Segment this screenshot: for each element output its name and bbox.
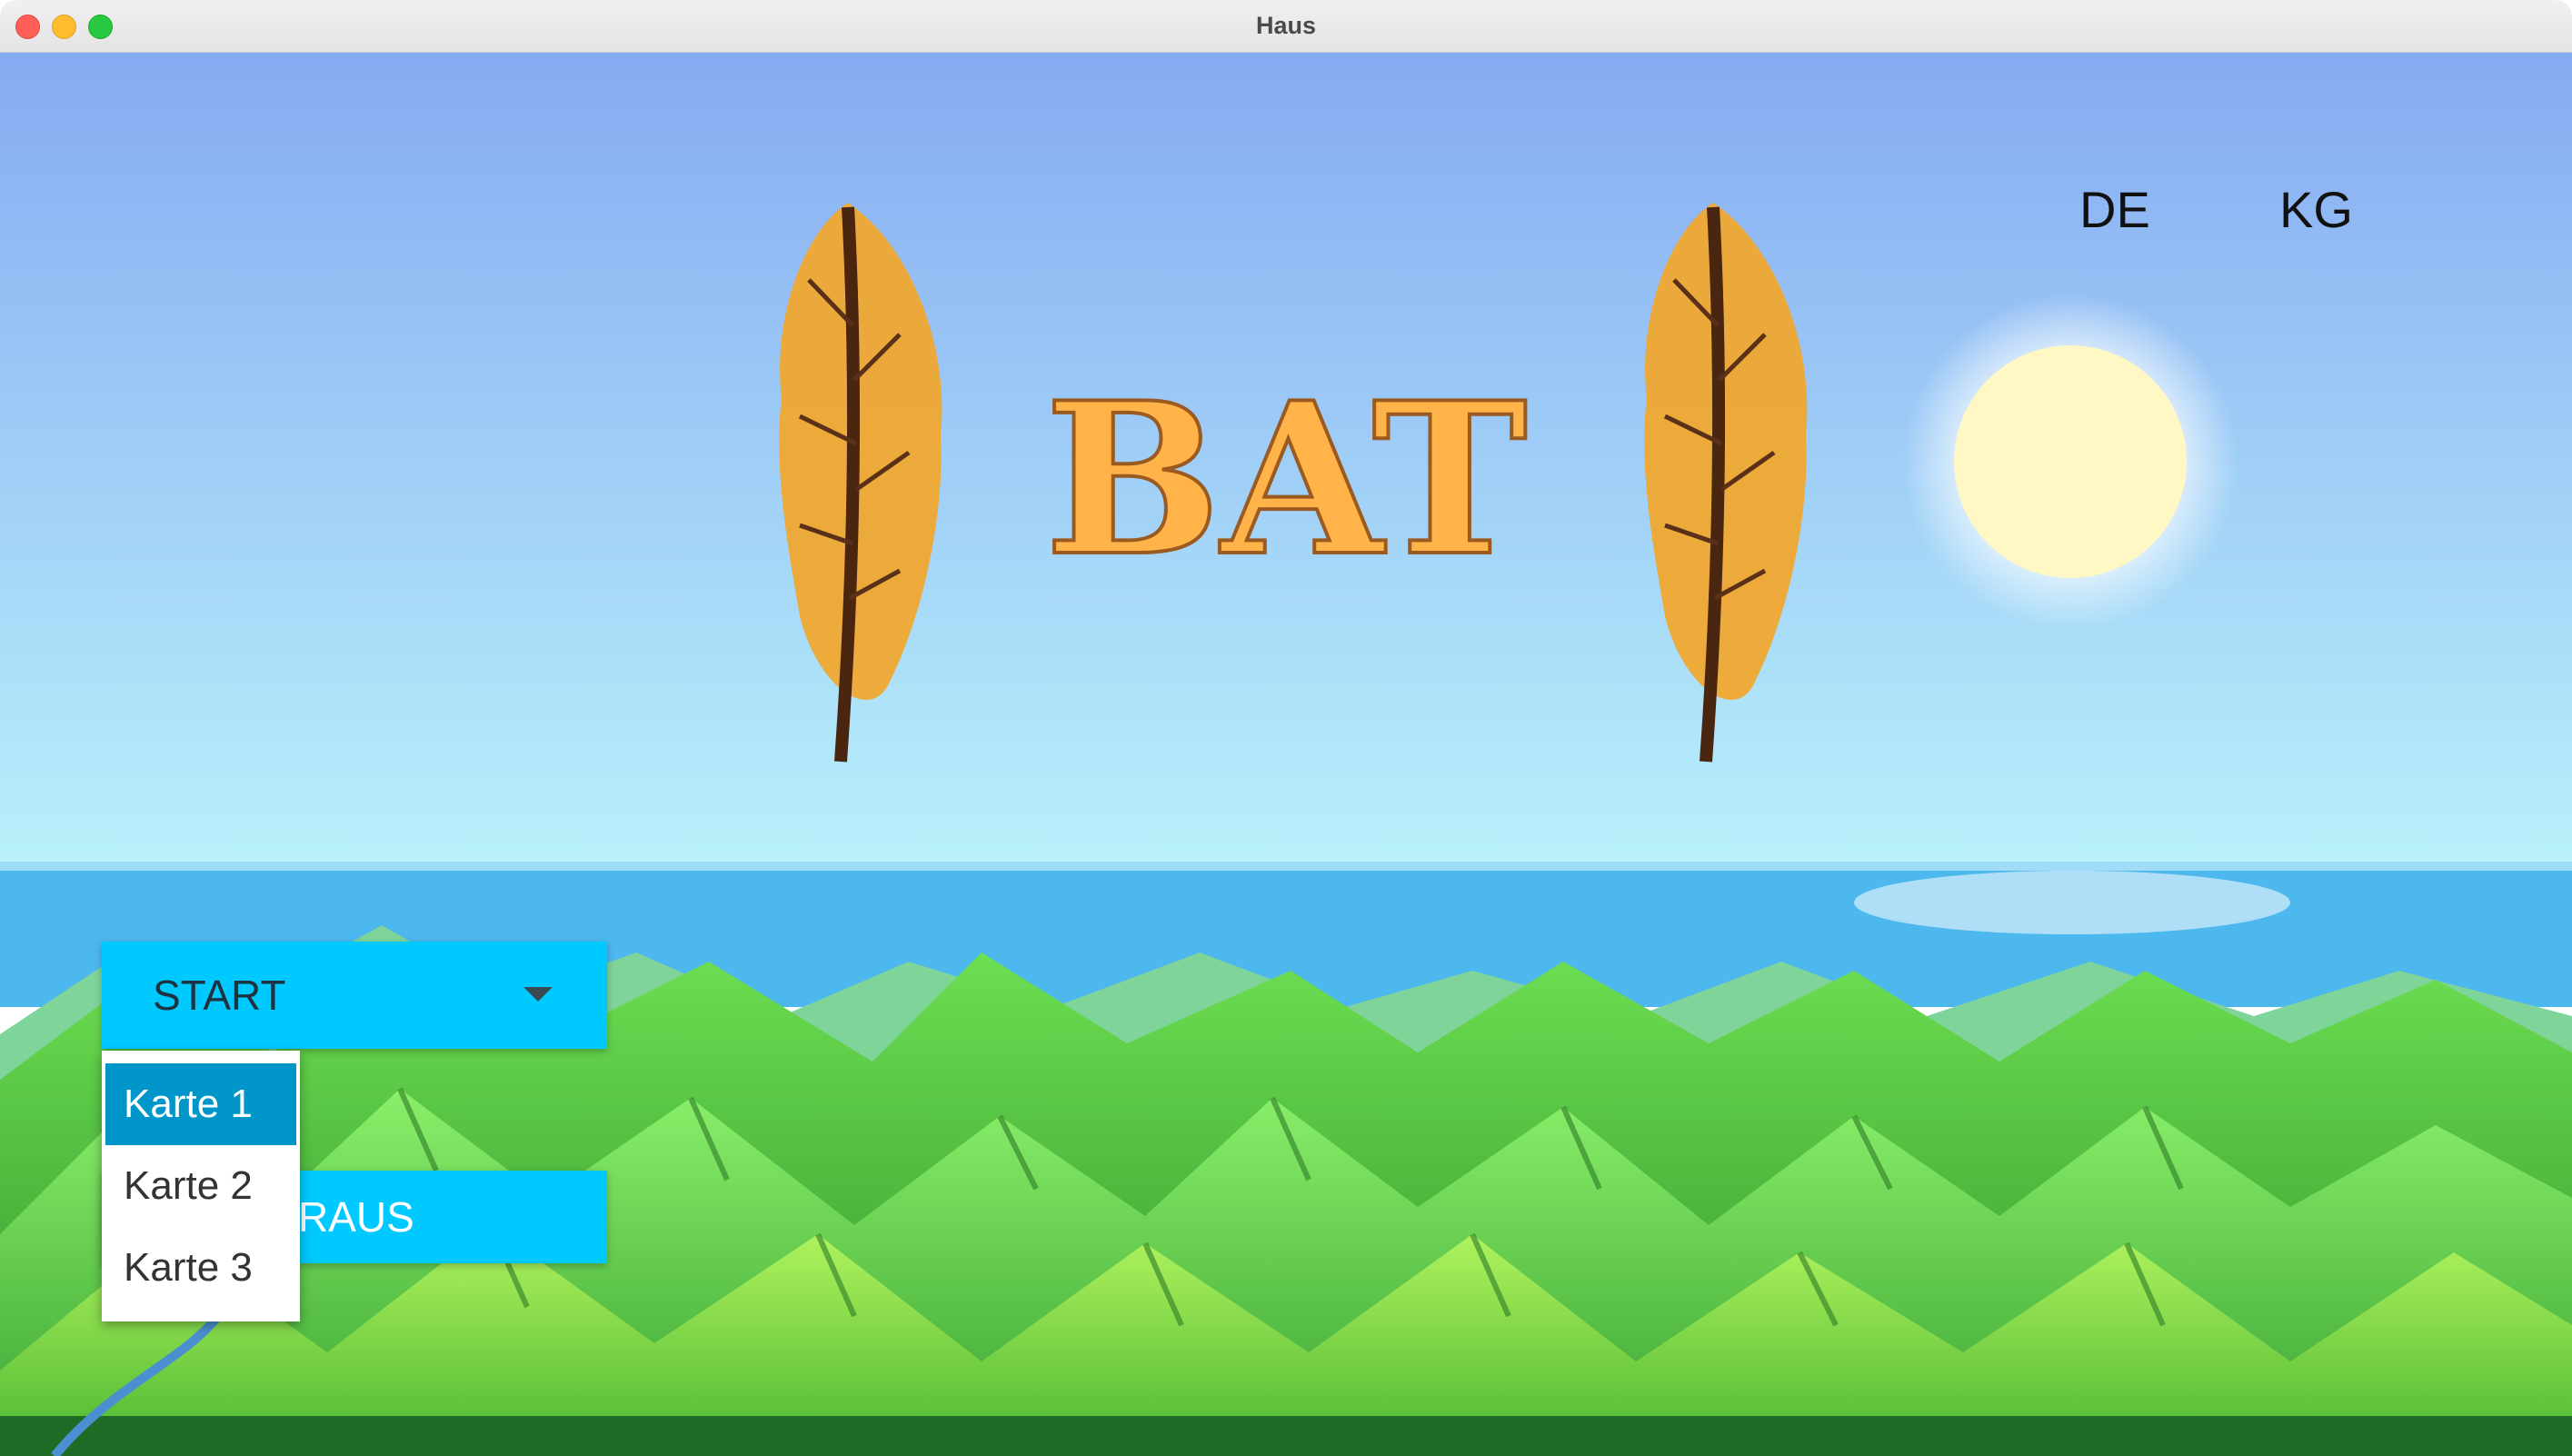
dropdown-option-karte-2[interactable]: Karte 2 <box>105 1145 296 1227</box>
start-select-label: START <box>153 972 286 1019</box>
dropdown-option-karte-1[interactable]: Karte 1 <box>105 1063 296 1145</box>
map-dropdown-list: Karte 1 Karte 2 Karte 3 <box>102 1051 300 1321</box>
window-title: Haus <box>1255 12 1317 39</box>
title-bar: Haus <box>0 0 2572 53</box>
logo-text: BAT <box>1044 357 1527 603</box>
game-scene: BAT DE KG RAUS START Karte 1 Karte 2 Kar… <box>0 53 2572 1456</box>
language-kg-button[interactable]: KG <box>2279 180 2353 239</box>
language-de-button[interactable]: DE <box>2079 180 2150 239</box>
chevron-down-icon[interactable] <box>523 987 553 1002</box>
dropdown-option-karte-3[interactable]: Karte 3 <box>105 1227 296 1309</box>
raus-button-label: RAUS <box>298 1193 414 1241</box>
app-window: Haus BAT DE KG RAUS START Karte 1 Karte … <box>0 0 2572 1456</box>
